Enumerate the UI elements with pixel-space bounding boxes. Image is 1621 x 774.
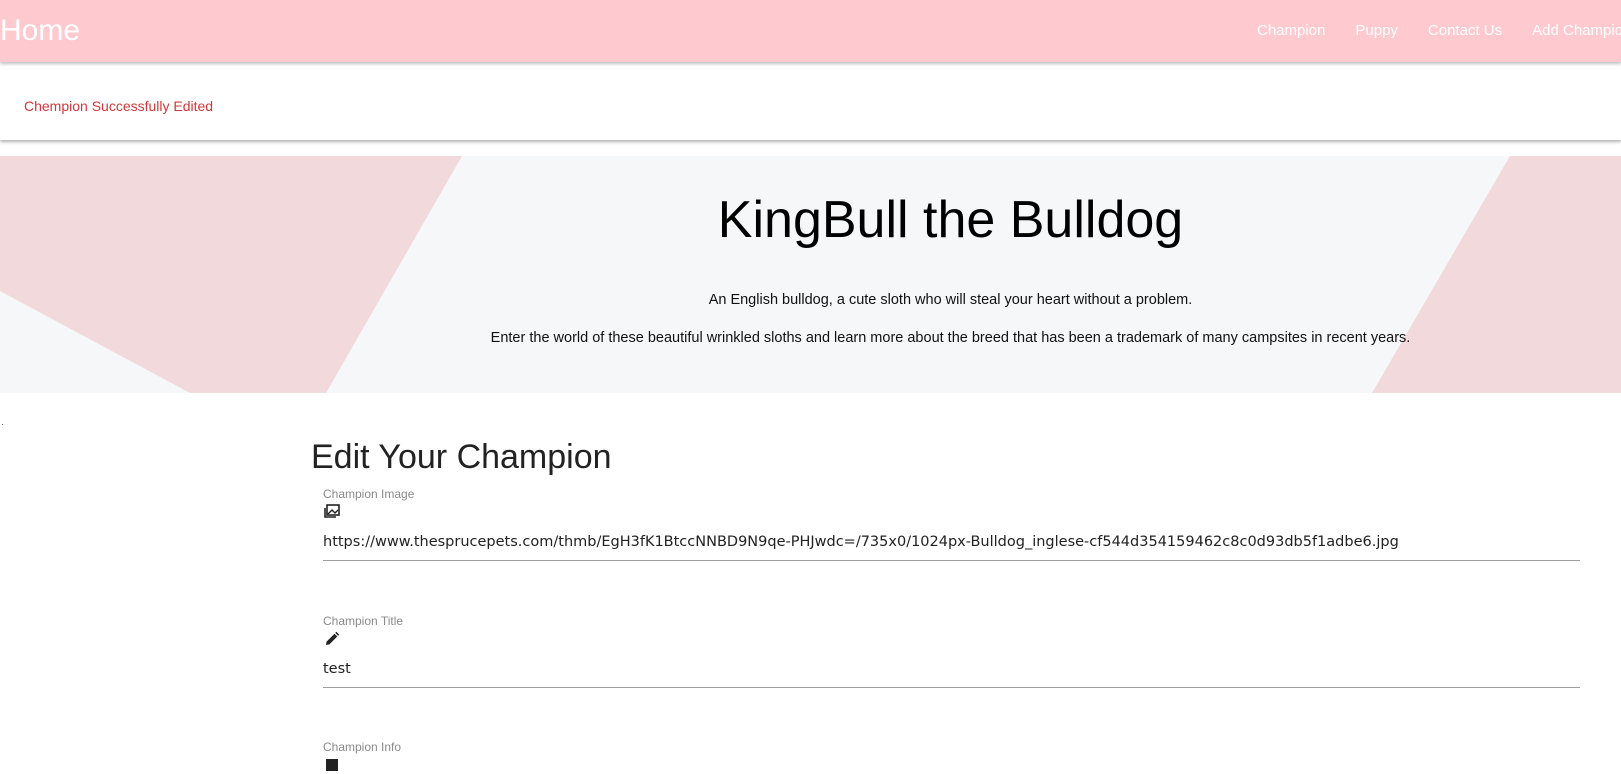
home-link[interactable]: Home [0,13,80,49]
hero-section: KingBull the Bulldog An English bulldog,… [0,156,1621,393]
champion-image-label: Champion Image [323,487,415,501]
hero-paragraph: Enter the world of these beautiful wrink… [490,330,1411,346]
nav-link-contact-us[interactable]: Contact Us [1428,20,1502,42]
nav-link-puppy[interactable]: Puppy [1355,20,1398,42]
stray-dot [2,424,3,425]
pencil-icon [326,631,340,645]
nav-link-add-champion[interactable]: Add Champion [1532,20,1621,42]
image-icon [324,504,340,518]
hero-title: KingBull the Bulldog [717,191,1184,249]
champion-title-field: Champion Title [323,614,1580,688]
nav-links: Champion Puppy Contact Us Add Champion [1257,20,1621,42]
navbar: Home Champion Puppy Contact Us Add Champ… [0,0,1621,62]
champion-info-label: Champion Info [323,740,402,754]
champion-info-field: Champion Info [323,740,1580,774]
nav-link-champion[interactable]: Champion [1257,20,1325,42]
form-title: Edit Your Champion [311,438,612,476]
champion-title-label: Champion Title [323,614,404,628]
champion-image-input[interactable] [323,534,1580,561]
info-icon [326,759,338,771]
champion-image-field: Champion Image [323,487,1580,561]
hero-paragraph: An English bulldog, a cute sloth who wil… [708,292,1193,308]
champion-title-input[interactable] [323,661,1580,688]
flash-message-text: Chempion Successfully Edited [24,98,214,114]
flash-message: Chempion Successfully Edited [0,70,1621,140]
